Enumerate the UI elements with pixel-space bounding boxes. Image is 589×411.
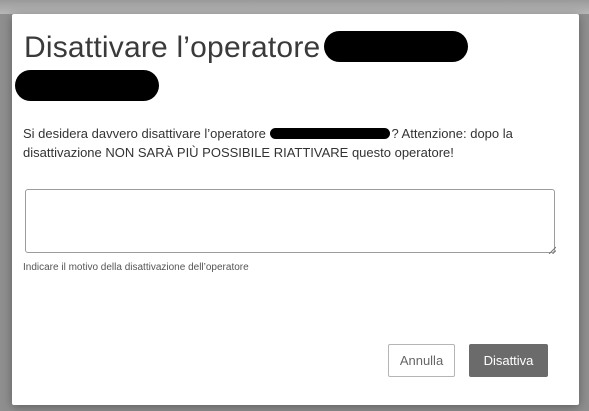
deactivate-button[interactable]: Disattiva <box>469 344 548 377</box>
redacted-operator-name-continued <box>15 70 159 101</box>
redacted-operator-name <box>324 30 469 62</box>
page-backdrop <box>0 0 589 14</box>
reason-hint: Indicare il motivo della disattivazione … <box>23 262 249 273</box>
dialog-title: Disattivare l’operatore <box>24 26 544 70</box>
deactivation-reason-input[interactable] <box>25 189 555 253</box>
redacted-operator-name-inline <box>270 128 391 140</box>
message-text-before: Si desidera davvero disattivare l’operat… <box>23 126 266 141</box>
confirmation-message: Si desidera davvero disattivare l’operat… <box>23 124 553 162</box>
cancel-button[interactable]: Annulla <box>388 344 455 377</box>
dialog-title-text: Disattivare l’operatore <box>24 31 321 64</box>
